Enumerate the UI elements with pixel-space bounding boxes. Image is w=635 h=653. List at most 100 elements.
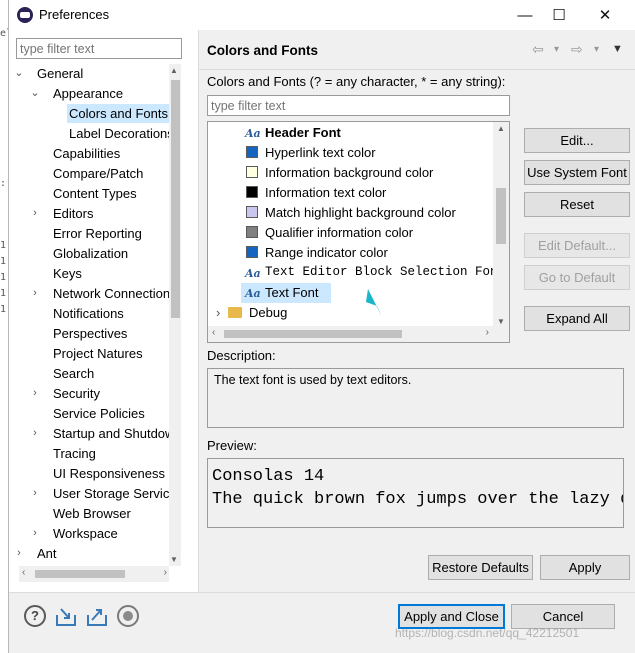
import-preferences-icon[interactable] [54,605,76,627]
expand-all-button[interactable]: Expand All [524,306,630,331]
tree-horizontal-scrollbar[interactable]: ‹ › [19,566,169,582]
chevron-right-icon[interactable]: › [29,424,41,443]
scrollbar-thumb[interactable] [496,188,506,244]
view-menu-icon[interactable]: ▼ [612,43,623,55]
preferences-filter-input[interactable] [16,38,182,59]
tree-item[interactable]: › Startup and Shutdown [9,424,179,444]
tree-item[interactable]: Globalization [9,244,179,264]
scrollbar-thumb[interactable] [35,570,125,578]
scroll-up-icon[interactable]: ▲ [497,124,505,133]
tree-item[interactable]: ⌄ Appearance [9,84,179,104]
tree-item[interactable]: Label Decorations [9,124,179,144]
restore-defaults-button[interactable]: Restore Defaults [428,555,533,580]
item-label: Text Editor Block Selection Font [265,265,506,279]
forward-menu-chevron-icon[interactable]: ▾ [594,44,599,55]
tree-item[interactable]: Project Natures [9,344,179,364]
category-item[interactable]: › Debug [208,303,494,323]
tree-item[interactable]: Keys [9,264,179,284]
tree-item[interactable]: Colors and Fonts [9,104,179,124]
chevron-right-icon[interactable]: › [13,544,25,563]
chevron-down-icon[interactable]: ⌄ [29,84,41,103]
back-menu-chevron-icon[interactable]: ▾ [554,44,559,55]
font-item[interactable]: Aa Text Font [208,283,494,303]
tree-item[interactable]: Notifications [9,304,179,324]
color-item[interactable]: Information background color [208,163,494,183]
tree-item-label: Keys [53,266,82,281]
item-label: Text Font [265,285,319,300]
apply-button[interactable]: Apply [540,555,630,580]
edit-default-button[interactable]: Edit Default... [524,233,630,258]
page-title: Colors and Fonts [207,43,318,58]
colors-tree-horizontal-scrollbar[interactable]: ‹ › [208,326,509,342]
tree-item[interactable]: Content Types [9,184,179,204]
tree-item[interactable]: ⌄ General [9,64,179,84]
chevron-right-icon[interactable]: › [29,484,41,503]
edit-button[interactable]: Edit... [524,128,630,153]
scroll-right-icon[interactable]: › [486,327,489,338]
close-button[interactable]: ✕ [583,0,627,30]
tree-item[interactable]: › Ant [9,544,179,564]
tree-item-label: Editors [53,206,94,221]
scroll-up-icon[interactable]: ▲ [170,66,178,75]
tree-item-label: Label Decorations [69,126,174,141]
use-system-font-button[interactable]: Use System Font [524,160,630,185]
forward-arrow-icon[interactable]: ⇨ [571,41,583,58]
font-icon: Aa [245,127,261,140]
colors-tree-vertical-scrollbar[interactable]: ▲ ▼ [493,122,509,327]
tree-item[interactable]: UI Responsiveness [9,464,179,484]
colors-and-fonts-page: Colors and Fonts ⇦ ▾ ⇨ ▾ ▼ Colors and Fo… [199,30,635,592]
tree-item-label: Appearance [53,86,124,101]
tree-item[interactable]: Service Policies [9,404,179,424]
scroll-down-icon[interactable]: ▼ [170,555,178,564]
tree-item[interactable]: Search [9,364,179,384]
scroll-left-icon[interactable]: ‹ [22,567,25,578]
tree-item-label: Project Natures [53,346,143,361]
reset-button[interactable]: Reset [524,192,630,217]
record-icon[interactable] [117,605,139,627]
tree-item[interactable]: › Security [9,384,179,404]
colors-filter-input[interactable] [207,95,510,116]
scroll-down-icon[interactable]: ▼ [497,317,505,326]
color-item[interactable]: Information text color [208,183,494,203]
tree-item-label: Network Connections [53,286,177,301]
preview-sample-text: The quick brown fox jumps over the lazy … [212,490,624,509]
font-item[interactable]: Aa Header Font [208,123,494,143]
scroll-right-icon[interactable]: › [164,567,167,578]
font-item[interactable]: Aa Text Editor Block Selection Font [208,263,505,283]
tree-item[interactable]: Web Browser [9,504,179,524]
tree-item[interactable]: › Workspace [9,524,179,544]
colors-and-fonts-tree: Aa Header Font Hyperlink text color Informa… [207,121,510,343]
maximize-button[interactable]: ☐ [537,0,581,30]
tree-item[interactable]: › User Storage Service [9,484,179,504]
chevron-down-icon[interactable]: ⌄ [13,64,25,83]
scrollbar-thumb[interactable] [224,330,402,338]
chevron-right-icon[interactable]: › [216,303,220,322]
go-to-default-button[interactable]: Go to Default [524,265,630,290]
back-arrow-icon[interactable]: ⇦ [532,41,544,58]
chevron-right-icon[interactable]: › [29,284,41,303]
tree-item[interactable]: › Network Connections [9,284,179,304]
chevron-right-icon[interactable]: › [29,204,41,223]
color-item[interactable]: Range indicator color [208,243,494,263]
tree-item[interactable]: Compare/Patch [9,164,179,184]
preview-label: Preview: [207,438,257,453]
color-item[interactable]: Qualifier information color [208,223,494,243]
tree-item[interactable]: Perspectives [9,324,179,344]
color-swatch-icon [246,246,258,258]
tree-item[interactable]: › Editors [9,204,179,224]
chevron-right-icon[interactable]: › [29,524,41,543]
color-item[interactable]: Match highlight background color [208,203,494,223]
tree-item[interactable]: Error Reporting [9,224,179,244]
scrollbar-thumb[interactable] [171,80,180,318]
color-swatch-icon [246,226,258,238]
tree-vertical-scrollbar[interactable]: ▲ ▼ [169,64,181,566]
help-icon[interactable]: ? [24,605,46,627]
font-preview: Consolas 14 The quick brown fox jumps ov… [207,458,624,528]
tree-item-label: Workspace [53,526,118,541]
color-item[interactable]: Hyperlink text color [208,143,494,163]
export-preferences-icon[interactable] [85,605,107,627]
scroll-left-icon[interactable]: ‹ [212,327,215,338]
tree-item[interactable]: Capabilities [9,144,179,164]
chevron-right-icon[interactable]: › [29,384,41,403]
tree-item[interactable]: Tracing [9,444,179,464]
